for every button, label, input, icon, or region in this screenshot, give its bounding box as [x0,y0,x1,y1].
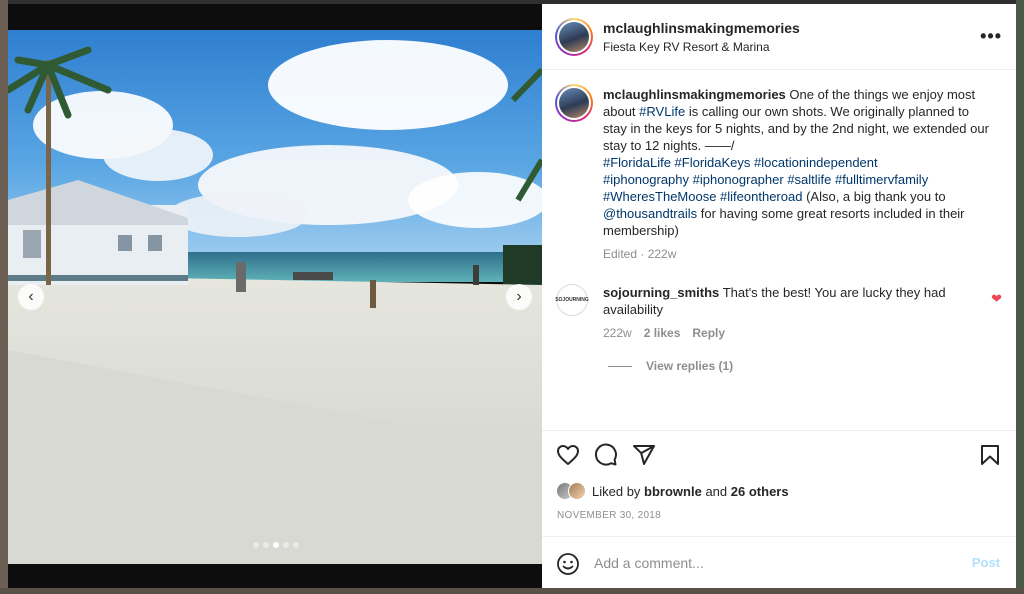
reply-button[interactable]: Reply [692,326,725,340]
comment-likes[interactable]: 2 likes [644,326,681,340]
next-photo-button[interactable]: › [506,284,532,310]
share-icon[interactable] [632,443,656,467]
commenter-username[interactable]: sojourning_smiths [603,285,719,300]
commenter-avatar[interactable]: SOJOURNING [555,284,589,316]
heart-icon[interactable] [556,443,580,467]
carousel-dot [293,542,299,548]
post-header: mclaughlinsmakingmemories Fiesta Key RV … [542,4,1016,70]
liker-username[interactable]: bbrownle [644,484,702,499]
hashtag-link[interactable]: #WheresTheMoose #lifeontheroad [603,189,802,204]
comment-icon[interactable] [594,443,618,467]
post-date: NOVEMBER 30, 2018 [557,510,662,521]
comment-time: 222w [603,326,632,340]
comment: sojourning_smiths That's the best! You a… [603,284,983,318]
view-replies-label: View replies (1) [646,359,734,373]
action-bar [542,430,1016,476]
comment-meta: 222w 2 likes Reply [603,326,725,340]
caption-author-avatar[interactable] [555,84,593,122]
replies-divider [608,365,632,367]
background-tile [0,0,8,594]
carousel-dot [253,542,259,548]
hashtag-link[interactable]: #RVLife [639,104,685,119]
post-comment-button[interactable]: Post [972,555,1000,570]
carousel-dot [263,542,269,548]
likes-summary: Liked by bbrownle and 26 others [556,482,789,500]
bookmark-icon[interactable] [978,443,1002,467]
background-tile [0,588,1024,594]
caption-text: (Also, a big thank you to [806,189,946,204]
emoji-icon[interactable] [556,552,580,576]
carousel-indicator [253,542,299,548]
author-username[interactable]: mclaughlinsmakingmemories [603,20,800,36]
author-avatar[interactable] [555,18,593,56]
post-location[interactable]: Fiesta Key RV Resort & Marina [603,40,770,54]
post-caption: mclaughlinsmakingmemories One of the thi… [603,86,993,239]
comment-input[interactable] [594,551,954,575]
post-photo[interactable] [8,30,542,564]
likes-others-link[interactable]: 26 others [731,484,789,499]
chevron-left-icon: ‹ [28,288,34,305]
caption-username[interactable]: mclaughlinsmakingmemories [603,87,786,102]
more-icon[interactable]: ••• [980,26,1002,47]
liker-avatar [568,482,586,500]
beach-photo-image [8,30,542,564]
commenter-avatar-text: SOJOURNING [555,297,589,303]
hashtag-link[interactable]: #iphonography #iphonographer #saltlife #… [603,172,928,187]
previous-photo-button[interactable]: ‹ [18,284,44,310]
carousel-dot-active [273,542,279,548]
likes-prefix: Liked by [592,483,641,499]
post-detail-panel: mclaughlinsmakingmemories Fiesta Key RV … [542,4,1016,588]
mention-link[interactable]: @thousandtrails [603,206,697,221]
carousel-dot [283,542,289,548]
likes-middle: and [705,483,728,499]
background-tile [1016,0,1024,594]
post-media: ‹ › [8,4,542,588]
chevron-right-icon: › [516,288,522,305]
view-replies-button[interactable]: View replies (1) [608,359,733,373]
caption-meta: Edited · 222w [603,247,677,261]
comment-heart-icon[interactable]: ❤ [991,291,1002,307]
hashtag-link[interactable]: #FloridaLife #FloridaKeys #locationindep… [603,155,878,170]
add-comment-bar: Post [542,536,1016,588]
